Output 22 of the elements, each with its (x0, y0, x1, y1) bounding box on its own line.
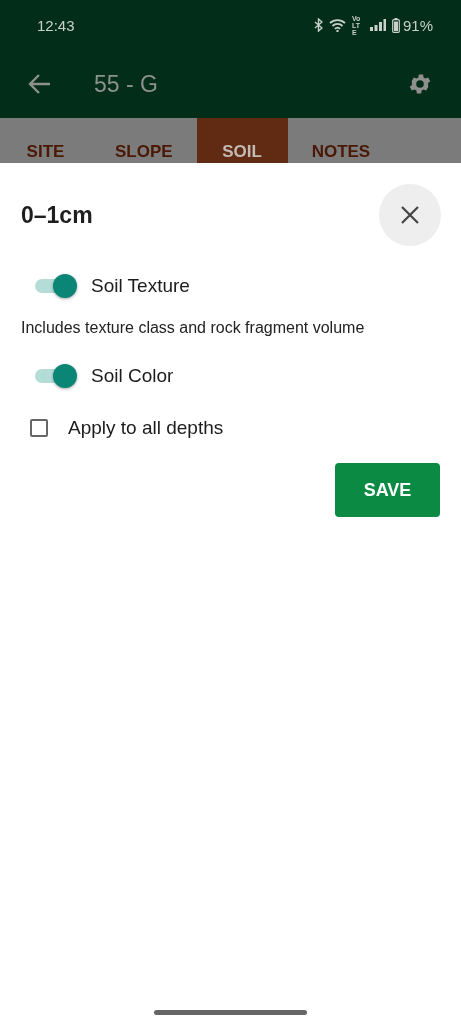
option-label: Soil Texture (91, 275, 190, 297)
screen-title: 55 - G (94, 70, 159, 98)
option-description: Includes texture class and rock fragment volume (21, 319, 366, 337)
toggle-switch[interactable] (35, 274, 77, 298)
signal-icon (369, 19, 386, 31)
save-button[interactable]: SAVE (335, 463, 440, 517)
wifi-icon (328, 18, 346, 32)
option-label: Apply to all depths (68, 417, 224, 439)
option-label: Soil Color (91, 365, 174, 387)
tab[interactable]: SLOPE (91, 118, 197, 163)
tab[interactable]: SOIL (196, 118, 288, 163)
bluetooth-icon (313, 18, 323, 32)
checkbox[interactable] (30, 419, 48, 437)
battery-percentage: 91% (402, 16, 433, 34)
battery-icon (391, 17, 400, 33)
tab[interactable]: NOTES (287, 118, 395, 163)
tab[interactable]: SITE (0, 118, 91, 163)
toggle-switch[interactable] (35, 364, 77, 388)
close-icon (401, 206, 419, 224)
back-arrow-icon[interactable] (28, 73, 52, 95)
clock-time: 12:43 (37, 16, 76, 34)
sheet-title: 0–1cm (21, 201, 93, 229)
